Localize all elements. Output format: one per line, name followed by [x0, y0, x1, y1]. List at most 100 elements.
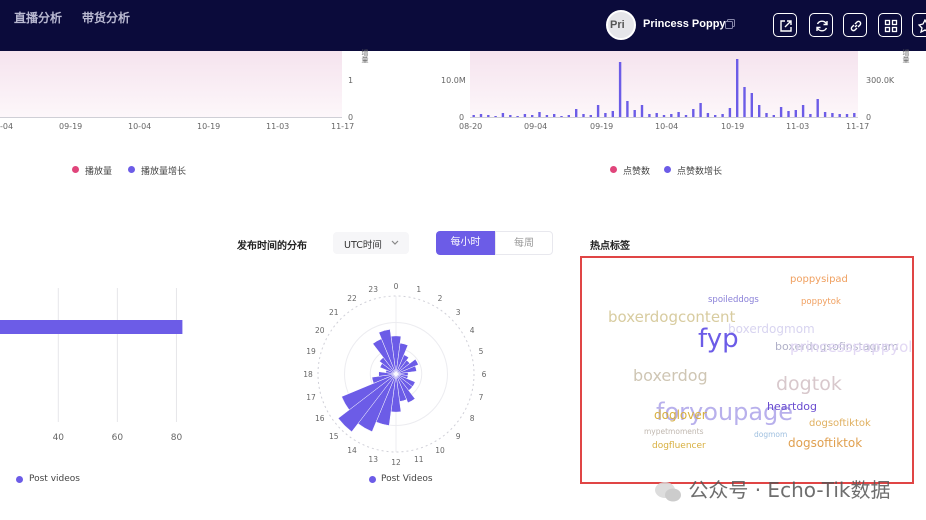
legend-marker-post-videos-polar	[369, 476, 376, 483]
hour-label: 16	[315, 414, 325, 423]
y-tick: 0	[348, 113, 354, 122]
likes-bar	[743, 87, 746, 117]
tag-word[interactable]: princesspoppyol	[790, 338, 912, 356]
likes-bar	[640, 105, 644, 117]
likes-bar	[794, 110, 797, 117]
tag-word[interactable]: doglover	[654, 408, 707, 422]
legend-post-videos-polar[interactable]: Post Videos	[381, 474, 433, 484]
tag-word[interactable]: dogfluencer	[652, 441, 706, 451]
external-link-icon	[780, 20, 792, 32]
likes-bar	[699, 103, 702, 117]
likes-bar	[626, 101, 629, 117]
likes-bar	[633, 110, 636, 117]
watermark-text: 公众号 · Echo-Tik数据	[688, 478, 891, 502]
tag-word[interactable]: heartdog	[767, 400, 817, 413]
hour-label: 12	[391, 458, 401, 467]
hourly-polar-chart: 0 1234567891011121314151617181920212223	[303, 282, 487, 467]
legend-marker-likes-growth	[664, 166, 671, 173]
tag-word[interactable]: spoileddogs	[708, 295, 759, 305]
hour-label: 15	[329, 432, 339, 441]
toggle-weekly[interactable]: 每周	[495, 231, 553, 255]
likes-bar	[596, 105, 600, 117]
x-tick: 11-03	[786, 122, 810, 131]
hour-label: 22	[347, 294, 357, 303]
share-link-button[interactable]	[843, 13, 867, 37]
hour-label: 14	[347, 446, 357, 455]
y-tick: 1	[348, 76, 354, 85]
hour-label: 0	[394, 282, 399, 291]
hour-label: 5	[479, 347, 484, 356]
timezone-select[interactable]: UTC时间	[333, 232, 409, 254]
likes-bar	[618, 62, 622, 117]
avatar[interactable]: Pri	[606, 10, 636, 40]
likes-bar	[779, 107, 783, 117]
legend-post-videos[interactable]: Post videos	[29, 474, 80, 484]
likes-bar	[801, 105, 805, 117]
open-external-button[interactable]	[773, 13, 797, 37]
legend-likes[interactable]: 点赞数	[623, 164, 650, 177]
hour-label: 7	[479, 393, 484, 402]
likes-bar-chart	[472, 59, 856, 117]
legend-views[interactable]: 播放量	[85, 164, 112, 177]
link-icon	[850, 20, 862, 32]
hour-label: 6	[482, 370, 487, 379]
hour-label: 1	[416, 285, 421, 294]
y-tick: 10.0M	[441, 76, 466, 85]
x-tick-label: 60	[112, 433, 124, 443]
tag-word[interactable]: fyp	[698, 324, 739, 354]
refresh-icon	[816, 20, 828, 32]
legend-marker-post-videos	[16, 476, 23, 483]
tag-word[interactable]: dogmom	[754, 430, 787, 439]
wechat-icon	[655, 481, 681, 501]
hot-tags-word-cloud: poppysipad spoileddogs poppytok boxerdog…	[580, 256, 914, 484]
hour-label: 8	[470, 414, 475, 423]
toggle-hourly[interactable]: 每小时	[436, 231, 495, 255]
likes-bar	[728, 108, 732, 117]
x-tick: 11-03	[266, 122, 290, 131]
x-tick: 10-04	[655, 122, 679, 131]
tag-word[interactable]: boxerdogmom	[728, 322, 815, 336]
publish-distribution-title: 发布时间的分布	[237, 241, 307, 252]
legend-marker-likes	[610, 166, 617, 173]
y-tick: 0	[866, 113, 872, 122]
likes-chart-x-axis	[470, 117, 858, 118]
x-tick: 11-17	[331, 122, 355, 131]
grid-view-button[interactable]	[878, 13, 902, 37]
tag-word[interactable]: mypetmoments	[644, 427, 703, 436]
x-tick: 09-19	[59, 122, 83, 131]
legend-views-growth[interactable]: 播放量增长	[141, 164, 186, 177]
copy-icon[interactable]	[725, 19, 735, 29]
pin-icon	[918, 19, 926, 33]
likes-bar	[575, 109, 578, 117]
x-tick: -04	[0, 122, 14, 131]
tag-word[interactable]: dogsoftiktok	[788, 436, 862, 450]
timezone-select-value: UTC时间	[344, 240, 382, 251]
post-videos-bar[interactable]	[0, 320, 183, 334]
hour-label: 23	[368, 285, 378, 294]
views-axis-title: 增量	[361, 49, 369, 63]
tab-goods-analysis[interactable]: 带货分析	[82, 9, 130, 26]
hour-label: 20	[315, 326, 325, 335]
tab-live-analysis[interactable]: 直播分析	[14, 9, 62, 26]
x-tick: 10-04	[128, 122, 152, 131]
tag-word[interactable]: dogsoftiktok	[809, 418, 871, 429]
x-tick: 09-04	[524, 122, 548, 131]
hour-label: 13	[368, 455, 378, 464]
x-tick-label: 80	[171, 433, 183, 443]
refresh-button[interactable]	[809, 13, 833, 37]
legend-likes-growth[interactable]: 点赞数增长	[677, 164, 722, 177]
hour-label: 19	[306, 347, 316, 356]
hour-label: 10	[435, 446, 445, 455]
likes-bar	[758, 105, 761, 117]
hour-label: 3	[456, 308, 461, 317]
watermark: 公众号 · Echo-Tik数据	[654, 474, 890, 503]
tag-word[interactable]: boxerdog	[633, 366, 708, 385]
tag-word[interactable]: dogtok	[776, 373, 842, 395]
likes-bar	[750, 93, 753, 117]
tag-word[interactable]: poppysipad	[790, 274, 848, 285]
views-chart-x-axis	[0, 117, 342, 118]
tag-word[interactable]: poppytok	[801, 297, 841, 307]
pin-button[interactable]	[912, 13, 926, 37]
hour-label: 21	[329, 308, 339, 317]
x-tick: 09-19	[590, 122, 614, 131]
